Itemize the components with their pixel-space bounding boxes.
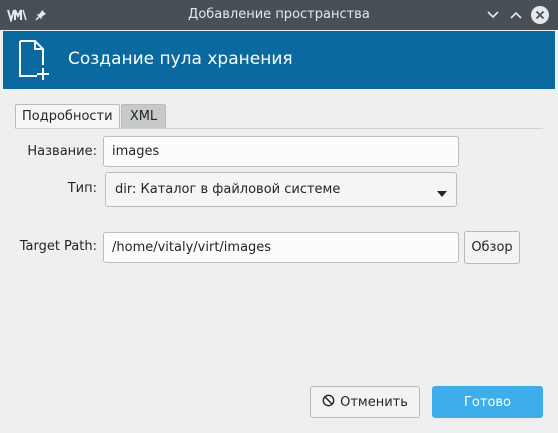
cancel-button[interactable]: Отменить (310, 386, 420, 418)
close-button[interactable] (529, 0, 551, 30)
chevron-down-icon[interactable] (484, 0, 502, 30)
cancel-icon (322, 394, 335, 411)
tab-details[interactable]: Подробности (15, 104, 120, 129)
target-path-input[interactable]: /home/vitaly/virt/images (103, 232, 459, 263)
name-label: Название: (27, 144, 97, 159)
browse-button-label: Обзор (471, 240, 513, 255)
chevron-up-icon[interactable] (507, 0, 525, 30)
window-title: Добавление пространства (188, 7, 370, 22)
type-label: Тип: (67, 181, 97, 196)
window-titlebar: Добавление пространства (0, 0, 558, 30)
name-input[interactable]: images (103, 136, 459, 167)
type-select[interactable]: dir: Каталог в файловой системе (105, 172, 457, 207)
target-path-label: Target Path: (19, 239, 97, 254)
browse-button[interactable]: Обзор (464, 231, 520, 264)
target-path-value: /home/vitaly/virt/images (112, 240, 272, 255)
cancel-button-label: Отменить (340, 394, 408, 410)
banner-title: Создание пула хранения (68, 49, 293, 69)
tab-xml[interactable]: XML (121, 104, 166, 128)
tab-divider (15, 128, 543, 129)
type-select-value: dir: Каталог в файловой системе (115, 182, 341, 197)
new-document-icon (17, 39, 53, 85)
header-banner: Создание пула хранения (3, 31, 555, 89)
dropdown-arrow-icon (437, 186, 447, 201)
close-icon (531, 6, 549, 24)
finish-button-label: Готово (463, 394, 512, 410)
name-input-value: images (112, 144, 160, 159)
finish-button[interactable]: Готово (432, 386, 543, 418)
